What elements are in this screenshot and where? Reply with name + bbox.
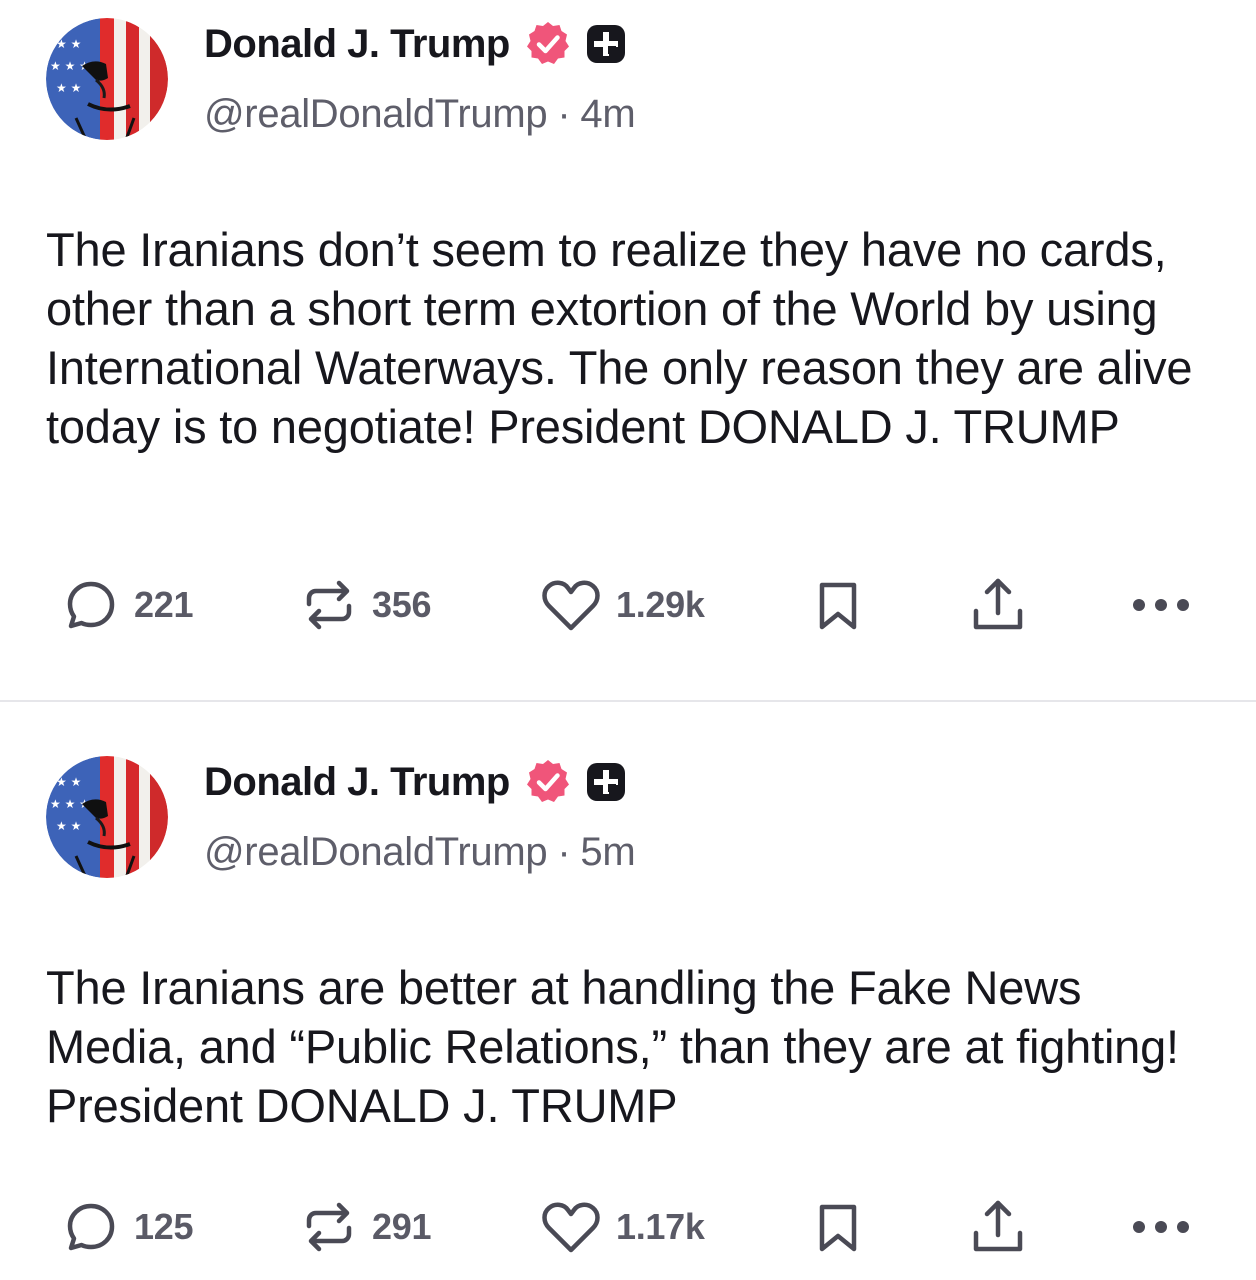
- repost-button[interactable]: 291: [300, 1192, 431, 1262]
- reply-icon: [62, 576, 120, 634]
- like-count: 1.29k: [616, 584, 705, 625]
- avatar[interactable]: ★ ★ ★ ★ ★ ★ ★: [46, 756, 168, 878]
- plus-badge-icon: [584, 22, 628, 66]
- share-button[interactable]: [966, 1192, 1030, 1262]
- like-button[interactable]: 1.17k: [540, 1192, 705, 1262]
- bookmark-button[interactable]: [810, 1192, 866, 1262]
- meta-separator: ·: [557, 830, 571, 874]
- plus-badge-icon: [584, 760, 628, 804]
- post[interactable]: ★ ★ ★ ★ ★ ★ ★ Donald J. Trump @realDonal…: [0, 0, 1256, 700]
- reply-count: 221: [134, 584, 194, 625]
- bookmark-button[interactable]: [810, 570, 866, 640]
- post-text: The Iranians are better at handling the …: [46, 961, 1179, 1132]
- post-timestamp[interactable]: 4m: [580, 92, 635, 136]
- svg-text:★ ★: ★ ★: [56, 819, 81, 833]
- svg-text:★ ★: ★ ★: [56, 37, 81, 51]
- share-icon: [966, 573, 1030, 637]
- author-name-row: Donald J. Trump: [204, 756, 628, 808]
- more-options-button[interactable]: [1130, 1192, 1192, 1262]
- post[interactable]: ★ ★ ★ ★ ★ ★ ★ Donald J. Trump @realDonal…: [0, 738, 1256, 1280]
- post-divider: [0, 700, 1256, 702]
- like-icon: [540, 1198, 602, 1256]
- more-icon: [1130, 595, 1192, 615]
- verified-badge-icon: [524, 758, 572, 806]
- svg-text:★ ★: ★ ★: [56, 81, 81, 95]
- repost-count: 291: [372, 1206, 432, 1247]
- like-button[interactable]: 1.29k: [540, 570, 705, 640]
- author-name[interactable]: Donald J. Trump: [204, 22, 510, 67]
- reply-button[interactable]: 125: [62, 1192, 193, 1262]
- reply-button[interactable]: 221: [62, 570, 193, 640]
- action-bar: 125 291 1.17k: [0, 1192, 1256, 1262]
- share-icon: [966, 1195, 1030, 1259]
- author-handle[interactable]: @realDonaldTrump: [204, 830, 548, 874]
- like-count: 1.17k: [616, 1206, 705, 1247]
- like-icon: [540, 576, 602, 634]
- reply-count: 125: [134, 1206, 194, 1247]
- more-options-button[interactable]: [1130, 570, 1192, 640]
- author-meta: @realDonaldTrump · 5m: [204, 830, 636, 875]
- verified-badge-icon: [524, 20, 572, 68]
- svg-text:★ ★: ★ ★: [56, 775, 81, 789]
- repost-icon: [300, 576, 358, 634]
- post-text: The Iranians don’t seem to realize they …: [46, 223, 1193, 453]
- post-timestamp[interactable]: 5m: [580, 830, 635, 874]
- repost-icon: [300, 1198, 358, 1256]
- repost-count: 356: [372, 584, 432, 625]
- meta-separator: ·: [557, 92, 571, 136]
- author-name[interactable]: Donald J. Trump: [204, 760, 510, 805]
- action-bar: 221 356 1.29k: [0, 570, 1256, 640]
- share-button[interactable]: [966, 570, 1030, 640]
- repost-button[interactable]: 356: [300, 570, 431, 640]
- author-handle[interactable]: @realDonaldTrump: [204, 92, 548, 136]
- author-meta: @realDonaldTrump · 4m: [204, 92, 636, 137]
- bookmark-icon: [810, 576, 866, 634]
- reply-icon: [62, 1198, 120, 1256]
- bookmark-icon: [810, 1198, 866, 1256]
- more-icon: [1130, 1217, 1192, 1237]
- author-name-row: Donald J. Trump: [204, 18, 628, 70]
- avatar[interactable]: ★ ★ ★ ★ ★ ★ ★: [46, 18, 168, 140]
